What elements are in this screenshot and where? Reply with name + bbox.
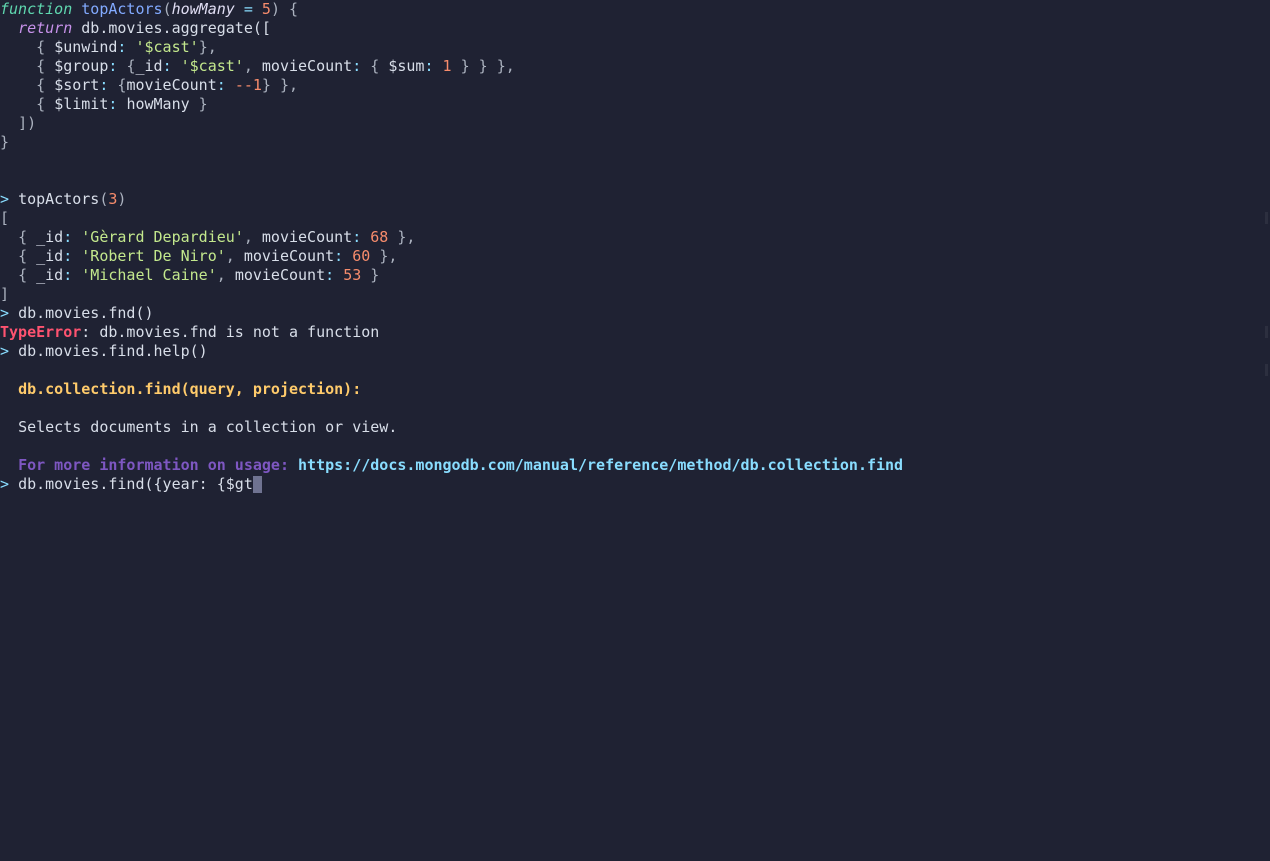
sort-key: movieCount: [126, 76, 216, 94]
terminal-output[interactable]: function topActors(howMany = 5) { return…: [0, 0, 1270, 494]
group-op: $group: [54, 57, 108, 75]
unwind-op: $unwind: [54, 38, 117, 56]
moviecount-key: movieCount: [262, 57, 352, 75]
group-id-val: '$cast': [181, 57, 244, 75]
result-count: 68: [370, 228, 388, 246]
sum-val: 1: [443, 57, 452, 75]
group-id-key: _id: [135, 57, 162, 75]
help-cmd: db.movies.find.help(): [18, 342, 208, 360]
unwind-val: '$cast': [135, 38, 198, 56]
error-type: TypeError: [0, 323, 81, 341]
help-url: https://docs.mongodb.com/manual/referenc…: [298, 456, 903, 474]
sort-dir: -1: [244, 76, 262, 94]
result-count: 60: [352, 247, 370, 265]
function-name: topActors: [81, 0, 162, 18]
help-desc: Selects documents in a collection or vie…: [18, 418, 397, 436]
limit-val: howMany: [126, 95, 189, 113]
call-fn: topActors: [18, 190, 99, 208]
keyword-return: return: [18, 19, 72, 37]
result-count: 53: [343, 266, 361, 284]
sum-op: $sum: [388, 57, 424, 75]
help-more: For more information on usage:: [18, 456, 298, 474]
limit-op: $limit: [54, 95, 108, 113]
keyword-function: function: [0, 0, 72, 18]
result-id: 'Gèrard Depardieu': [81, 228, 244, 246]
error-cmd: db.movies.fnd(): [18, 304, 153, 322]
sort-op: $sort: [54, 76, 99, 94]
aggregate-call: db.movies.aggregate([: [81, 19, 271, 37]
param-default: 5: [262, 0, 271, 18]
prompt: >: [0, 190, 9, 208]
result-id: 'Robert De Niro': [81, 247, 226, 265]
help-header: db.collection.find(query, projection):: [18, 380, 361, 398]
result-id: 'Michael Caine': [81, 266, 216, 284]
current-input[interactable]: db.movies.find({year: {$gt: [18, 475, 253, 493]
cursor: [253, 476, 262, 493]
error-msg: : db.movies.fnd is not a function: [81, 323, 379, 341]
param-name: howMany: [172, 0, 235, 18]
